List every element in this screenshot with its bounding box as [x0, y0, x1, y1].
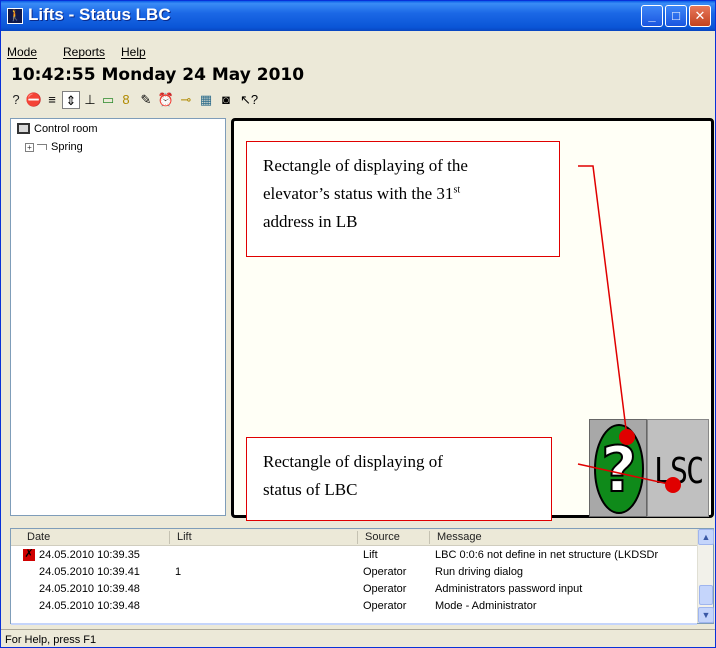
site-tree[interactable]: Control room + Spring — [10, 118, 226, 516]
log-date: 24.05.2010 10:39.35 — [39, 549, 140, 561]
log-message: LBC 0:0:6 not define in net structure (L… — [435, 549, 659, 561]
log-message: Administrators password input — [435, 583, 583, 595]
scroll-down-button[interactable]: ▼ — [698, 607, 714, 623]
scroll-thumb[interactable] — [699, 585, 713, 605]
lift-unknown-icon: ? — [594, 424, 644, 514]
log-row[interactable]: 24.05.2010 10:39.41 1 Operator Run drivi… — [11, 564, 697, 581]
annotation-lbc-status: Rectangle of displaying of status of LBC — [246, 437, 552, 521]
column-header-message[interactable]: Message — [437, 531, 482, 543]
lbc-status-text: LSC — [654, 450, 704, 493]
display-icon[interactable]: ▭ — [99, 91, 117, 109]
app-icon[interactable]: 🚶 — [7, 8, 23, 24]
log-source: Operator — [363, 583, 407, 595]
status-text: For Help, press F1 — [5, 634, 97, 646]
column-header-date[interactable]: Date — [27, 531, 50, 543]
toolbar: ? ⛔ ≡ ⇕ ⊥ ▭ 8 ✎ ⏰ ⊸ ▦ ◙ ↖? — [7, 91, 327, 111]
status-bar: For Help, press F1 — [1, 629, 715, 648]
log-lift: 1 — [175, 566, 182, 578]
error-icon: ✗ — [23, 548, 35, 561]
edit-icon[interactable]: ✎ — [137, 91, 155, 109]
annotation-line: Rectangle of displaying of — [263, 452, 443, 471]
log-header: Date Lift Source Message — [11, 529, 697, 546]
log-horizontal-scrollbar[interactable] — [11, 623, 697, 625]
lift-icon[interactable]: ⇕ — [62, 91, 80, 109]
log-vertical-scrollbar[interactable]: ▲ ▼ — [697, 529, 714, 623]
log-date: 24.05.2010 10:39.48 — [39, 583, 140, 595]
whats-this-icon[interactable]: ↖? — [237, 91, 261, 109]
log-source: Operator — [363, 566, 407, 578]
menu-reports[interactable]: Reports — [63, 45, 105, 59]
map-icon[interactable]: ▦ — [197, 91, 215, 109]
menu-mode[interactable]: Mode — [7, 45, 37, 59]
branch-line-icon — [37, 144, 47, 150]
help-icon[interactable]: ? — [7, 91, 25, 109]
column-header-lift[interactable]: Lift — [177, 531, 192, 543]
log-message: Mode - Administrator — [435, 600, 537, 612]
column-header-source[interactable]: Source — [365, 531, 400, 543]
menu-bar: Mode Reports Help — [1, 43, 715, 61]
expand-icon[interactable]: + — [25, 143, 34, 152]
log-date: 24.05.2010 10:39.41 — [39, 566, 140, 578]
column-divider[interactable] — [169, 531, 170, 544]
annotation-line: elevator’s status with the 31st — [263, 184, 461, 203]
annotation-line: address in LB — [263, 212, 358, 231]
scroll-up-button[interactable]: ▲ — [698, 529, 714, 545]
log-message: Run driving dialog — [435, 566, 524, 578]
log-date: 24.05.2010 10:39.48 — [39, 600, 140, 612]
event-log[interactable]: Date Lift Source Message ✗ 24.05.2010 10… — [10, 528, 714, 625]
camera-icon[interactable]: ◙ — [217, 91, 235, 109]
annotation-line: status of LBC — [263, 480, 358, 499]
tree-item-spring[interactable]: + Spring — [25, 141, 83, 153]
column-divider[interactable] — [357, 531, 358, 544]
menu-help[interactable]: Help — [121, 45, 146, 59]
log-row[interactable]: 24.05.2010 10:39.48 Operator Mode - Admi… — [11, 598, 697, 615]
title-bar[interactable]: 🚶 Lifts - Status LBC _ □ ✕ — [1, 1, 715, 31]
log-source: Operator — [363, 600, 407, 612]
main-window: 🚶 Lifts - Status LBC _ □ ✕ Mode Reports … — [0, 0, 716, 648]
alarm-clock-icon[interactable]: ⏰ — [157, 91, 175, 109]
window-title: Lifts - Status LBC — [28, 5, 171, 24]
annotation-lift-status: Rectangle of displaying of the elevator’… — [246, 141, 560, 257]
person-icon[interactable]: 8 — [117, 91, 135, 109]
levels-icon[interactable]: ≡ — [43, 91, 61, 109]
maximize-button[interactable]: □ — [665, 5, 687, 27]
close-button[interactable]: ✕ — [689, 5, 711, 27]
minimize-button[interactable]: _ — [641, 5, 663, 27]
log-row[interactable]: ✗ 24.05.2010 10:39.35 Lift LBC 0:0:6 not… — [11, 547, 697, 564]
tree-item-control-room[interactable]: Control room — [17, 123, 98, 135]
annotation-line: Rectangle of displaying of the — [263, 156, 468, 175]
monitor-icon — [17, 123, 30, 134]
stop-icon[interactable]: ⛔ — [25, 91, 43, 109]
tree-item-label: Spring — [51, 141, 83, 153]
ground-icon[interactable]: ⊥ — [81, 91, 99, 109]
lift-status-tile[interactable]: ? — [589, 419, 647, 517]
lbc-status-tile[interactable]: LSC — [647, 419, 709, 517]
tree-item-label: Control room — [34, 123, 98, 135]
column-divider[interactable] — [429, 531, 430, 544]
lift-status-glyph: ? — [601, 433, 637, 506]
clock-display: 10:42:55 Monday 24 May 2010 — [11, 65, 305, 85]
log-row[interactable]: 24.05.2010 10:39.48 Operator Administrat… — [11, 581, 697, 598]
key-icon[interactable]: ⊸ — [177, 91, 195, 109]
log-source: Lift — [363, 549, 378, 561]
